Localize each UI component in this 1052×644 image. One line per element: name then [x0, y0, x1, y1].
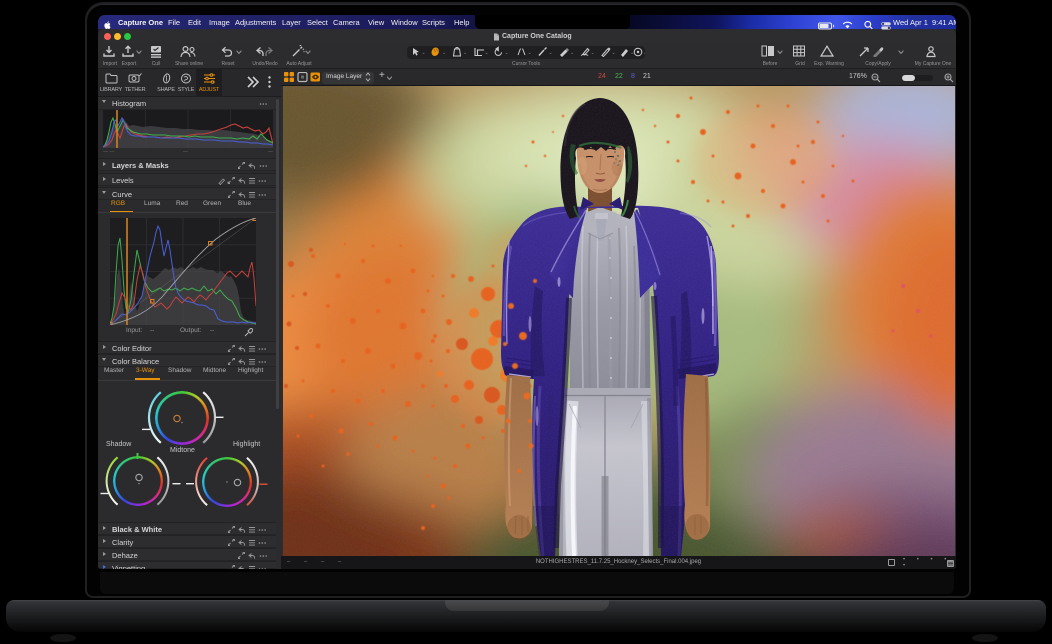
svg-text:⌄: ⌄: [630, 50, 634, 56]
svg-text:⌄: ⌄: [643, 50, 645, 56]
svg-text:⌄: ⌄: [442, 50, 446, 56]
svg-text:⌄: ⌄: [422, 50, 426, 56]
svg-text:⌄: ⌄: [591, 50, 595, 56]
svg-text:⌄: ⌄: [549, 50, 553, 56]
svg-text:⌄: ⌄: [528, 50, 532, 56]
svg-text:⌄: ⌄: [570, 50, 574, 56]
svg-text:⌄: ⌄: [485, 50, 489, 56]
svg-text:⌄: ⌄: [463, 50, 467, 56]
svg-text:⌄: ⌄: [505, 50, 509, 56]
svg-text:⌄: ⌄: [612, 50, 616, 56]
